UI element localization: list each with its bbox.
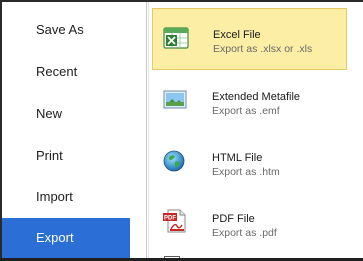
export-option-emf[interactable]: Extended Metafile Export as .emf <box>152 70 347 132</box>
active-indicator-notch <box>130 232 136 244</box>
sidebar-item-recent[interactable]: Recent <box>2 52 138 92</box>
globe-icon <box>162 147 188 173</box>
sidebar-item-label: Print <box>36 148 63 163</box>
sidebar-item-new[interactable]: New <box>2 94 138 134</box>
sidebar-item-label: Import <box>36 189 73 204</box>
export-option-subtitle: Export as .pdf <box>212 227 277 239</box>
pane-divider-shadow <box>148 2 149 258</box>
export-option-title: PDF File <box>212 213 255 225</box>
export-options-list: Excel File Export as .xlsx or .xls Exten… <box>150 2 363 261</box>
sidebar-item-label: New <box>36 106 63 121</box>
sidebar-item-export[interactable]: Export <box>2 218 136 258</box>
export-option-subtitle: Export as .emf <box>212 105 280 117</box>
sidebar-item-save-as[interactable]: Save As <box>2 10 138 50</box>
pdf-icon-label: PDF <box>164 216 176 222</box>
pdf-icon: PDF <box>162 208 188 234</box>
export-option-title: Excel File <box>213 29 261 41</box>
export-option-html[interactable]: HTML File Export as .htm <box>152 131 347 193</box>
export-option-title: Extended Metafile <box>212 91 301 103</box>
sidebar-item-label: Export <box>36 230 74 245</box>
pane-divider <box>146 2 147 258</box>
export-option-pdf[interactable]: PDF PDF File Export as .pdf <box>152 192 347 254</box>
sidebar-item-import[interactable]: Import <box>2 177 138 217</box>
export-option-subtitle: Export as .xlsx or .xls <box>213 43 313 55</box>
export-option-excel[interactable]: Excel File Export as .xlsx or .xls <box>152 8 347 70</box>
image-icon <box>162 86 188 112</box>
sidebar-item-label: Recent <box>36 64 78 79</box>
sidebar-item-print[interactable]: Print <box>2 136 138 176</box>
sidebar-item-label: Save As <box>36 22 84 37</box>
excel-icon <box>163 25 189 51</box>
export-option-title: HTML File <box>212 152 263 164</box>
export-option-subtitle: Export as .htm <box>212 166 280 178</box>
backstage-sidebar: Save As Recent New Print Import Export <box>2 2 146 258</box>
